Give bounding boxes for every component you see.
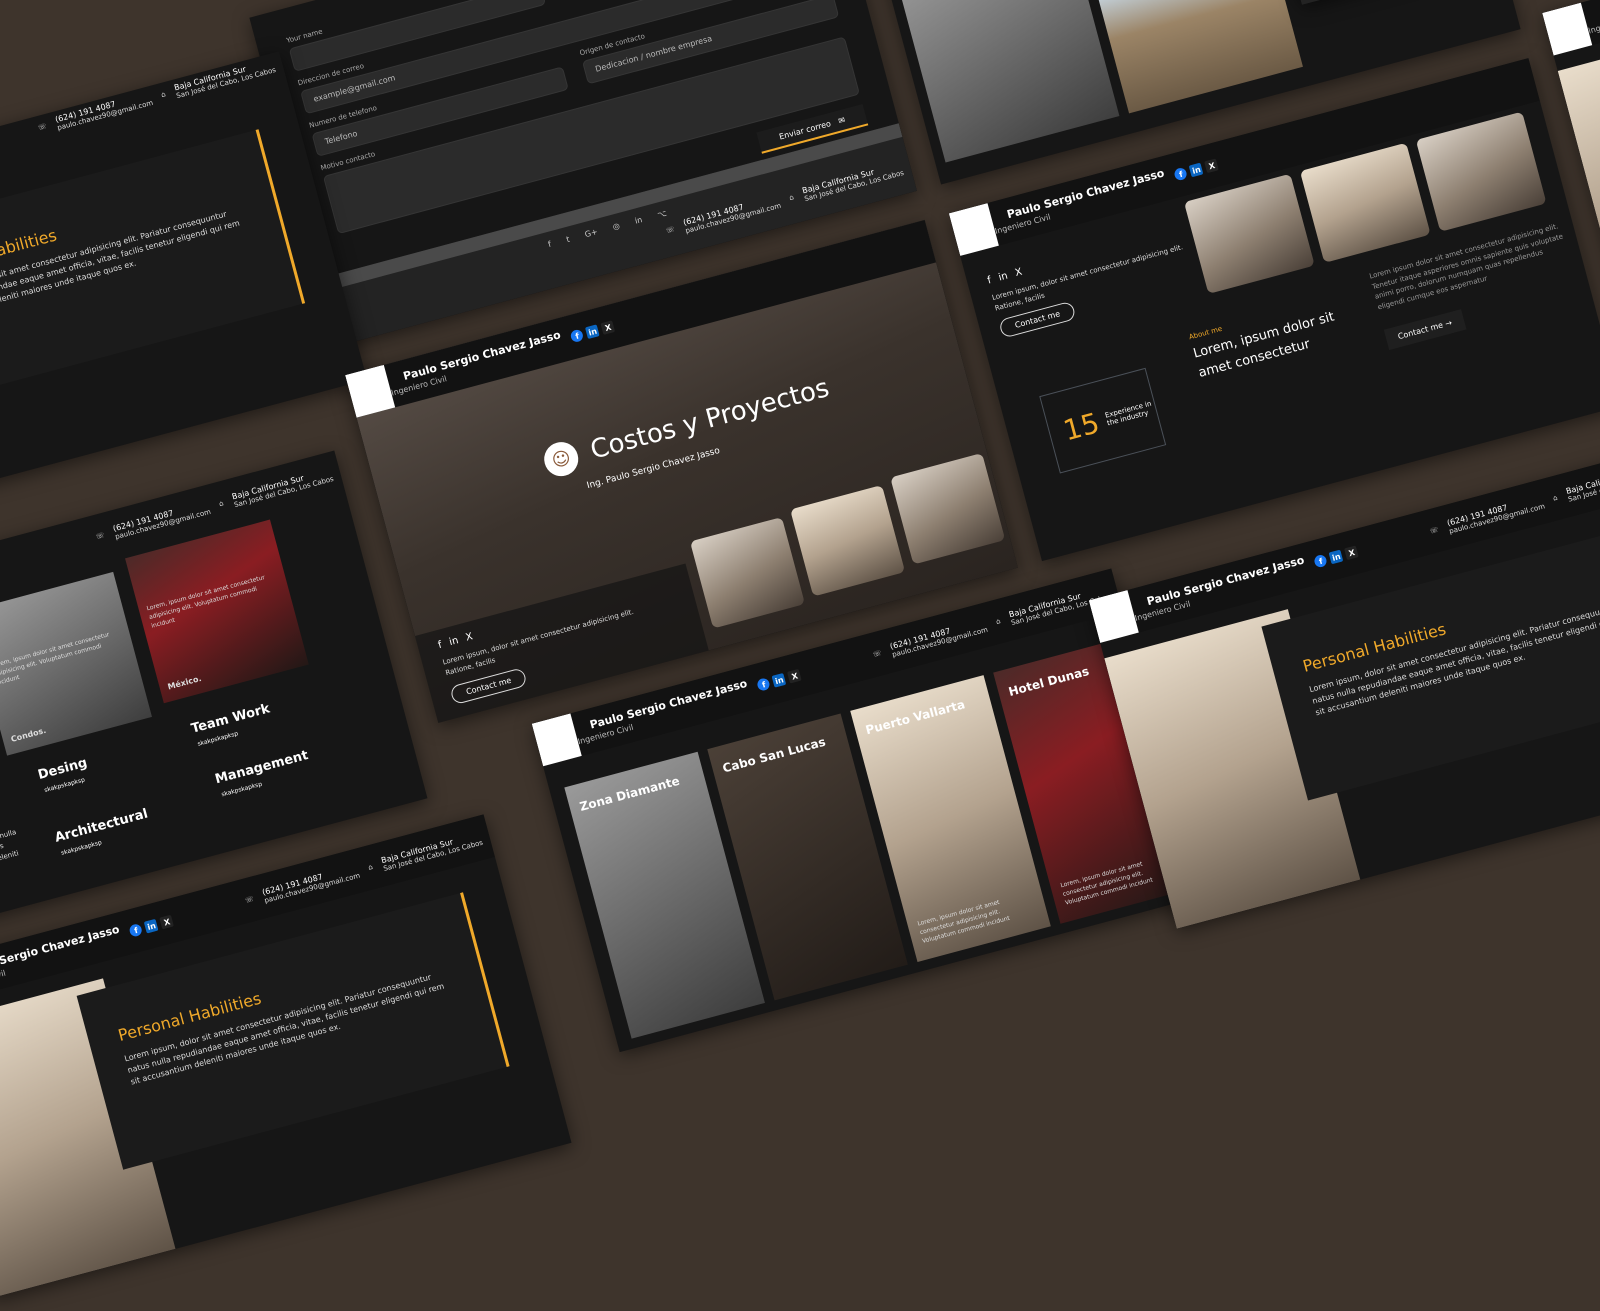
x-icon[interactable]: X xyxy=(600,320,616,335)
project-text: Lorem, ipsum dolor sit amet consectetur … xyxy=(916,898,1011,945)
x-icon[interactable]: X xyxy=(159,914,175,930)
logo[interactable] xyxy=(1542,2,1593,56)
home-icon: ⌂ xyxy=(367,862,374,872)
gallery-photo-2[interactable] xyxy=(1299,142,1431,263)
x-icon[interactable]: X xyxy=(465,631,474,643)
footer-facebook-icon[interactable]: f xyxy=(547,240,552,249)
about-contact-button[interactable]: Contact me → xyxy=(1383,309,1467,351)
experience-box: 15 Experience in the industry xyxy=(1039,367,1167,474)
service-card[interactable]: Lorem, ipsum dolor sit amet consectetur … xyxy=(125,519,309,704)
phone-icon: ☏ xyxy=(673,257,685,268)
facebook-icon[interactable]: f xyxy=(437,640,443,652)
phone-icon: ☏ xyxy=(665,225,676,236)
x-icon[interactable]: X xyxy=(1014,267,1023,279)
service-card-text: Lorem, ipsum dolor sit amet consectetur … xyxy=(145,573,266,630)
home-icon: ⌂ xyxy=(788,193,795,203)
service-card-caption: México. xyxy=(166,673,203,692)
service-card-text: Lorem, ipsum dolor sit amet consectetur … xyxy=(0,631,111,687)
x-icon[interactable]: X xyxy=(787,668,803,684)
footer-google-plus-icon[interactable]: G+ xyxy=(584,227,599,239)
service-card[interactable]: Lorem, ipsum dolor sit amet consectetur … xyxy=(0,571,152,756)
home-icon: ⌂ xyxy=(218,499,225,509)
home-icon: ⌂ xyxy=(797,226,804,235)
experience-years: 15 xyxy=(1059,405,1103,447)
facebook-icon[interactable]: f xyxy=(128,922,144,938)
facebook-icon[interactable]: f xyxy=(1313,553,1329,569)
linkedin-icon[interactable]: in xyxy=(997,271,1009,284)
phone-icon: ☏ xyxy=(37,122,48,133)
mail-icon: ✉ xyxy=(837,114,846,126)
project-title: Hotel Dunas xyxy=(1006,664,1091,699)
send-email-label: Enviar correo xyxy=(778,118,832,142)
about-contact-label: Contact me xyxy=(1396,320,1445,342)
services-paragraph: Lorem ipsum, dolor sit amet consectetur … xyxy=(0,827,20,901)
arrow-right-icon: → xyxy=(1444,318,1454,329)
footer-twitter-icon[interactable]: t xyxy=(565,235,570,245)
linkedin-icon[interactable]: in xyxy=(1189,162,1204,178)
project-title: Zona Diamante xyxy=(578,773,682,814)
linkedin-icon[interactable]: in xyxy=(144,918,159,934)
home-icon: ⌂ xyxy=(160,90,167,100)
project-title: Cabo San Lucas xyxy=(721,734,828,776)
facebook-icon[interactable]: f xyxy=(756,677,772,692)
region: Baja California Sur xyxy=(810,220,912,228)
linkedin-icon[interactable]: in xyxy=(771,672,787,688)
project-title: Puerto Vallarta xyxy=(864,697,967,738)
logo[interactable] xyxy=(531,713,582,767)
footer-linkedin-icon[interactable]: in xyxy=(634,215,643,226)
logo[interactable] xyxy=(948,203,999,256)
service-card-caption: Condos. xyxy=(9,725,48,744)
gallery-photo-1[interactable] xyxy=(1183,173,1315,294)
x-icon[interactable]: X xyxy=(1344,545,1360,561)
facebook-icon[interactable]: f xyxy=(1173,166,1189,182)
footer-instagram-icon[interactable]: ◎ xyxy=(612,221,621,232)
construction-photo-1 xyxy=(896,0,1120,163)
experience-label: Experience in the industry xyxy=(1104,399,1153,428)
habilities-card: Personal Habilities Lorem ipsum, dolor s… xyxy=(0,129,306,407)
phone-icon: ☏ xyxy=(94,531,106,542)
about-heading: Lorem, ipsum dolor sit amet consectetur xyxy=(1191,309,1337,381)
contact-bar: ☏ (624) 191 4087 paulo.chavez90@gmail.com… xyxy=(1424,447,1600,553)
phone-icon: ☏ xyxy=(1428,525,1440,536)
habilities-text: Lorem ipsum, dolor sit amet consectetur … xyxy=(0,209,241,324)
gallery-photo-3[interactable] xyxy=(1415,111,1547,232)
home-icon: ⌂ xyxy=(995,617,1002,626)
linkedin-icon[interactable]: in xyxy=(1328,549,1344,565)
facebook-icon[interactable]: f xyxy=(986,275,992,287)
x-icon[interactable]: X xyxy=(1204,158,1220,174)
header-role: Ingeniero Civil xyxy=(1587,12,1600,36)
service-architectural: Architectural xyxy=(53,806,150,846)
linkedin-icon[interactable]: in xyxy=(448,635,460,648)
phone-icon: ☏ xyxy=(871,648,883,659)
site-header: Paulo Sergio Chavez Jasso Ingeniero Civi… xyxy=(1542,0,1600,56)
linkedin-icon[interactable]: in xyxy=(585,324,601,339)
facebook-icon[interactable]: f xyxy=(569,328,585,344)
service-management: Management xyxy=(213,748,310,788)
home-icon: ⌂ xyxy=(1552,493,1559,503)
